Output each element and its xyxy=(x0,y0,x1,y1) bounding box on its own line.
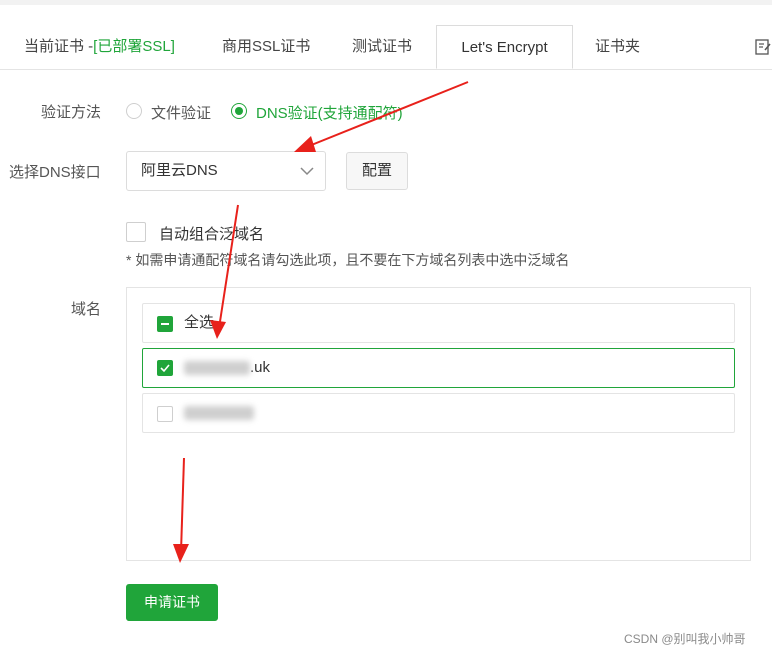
select-all-checkbox[interactable] xyxy=(157,316,173,332)
domain-checkbox[interactable] xyxy=(157,360,173,376)
domain-checkbox[interactable] xyxy=(157,406,173,422)
dns-provider-value: 阿里云DNS xyxy=(141,162,218,179)
ssl-tab-bar: 当前证书 -[已部署SSL] 商用SSL证书 测试证书 Let's Encryp… xyxy=(0,25,772,70)
dns-config-button[interactable]: 配置 xyxy=(346,152,408,190)
check-icon xyxy=(160,364,170,373)
domain-list-panel: 全选 .uk xyxy=(126,287,751,561)
verify-method-label: 验证方法 xyxy=(41,104,102,121)
file-verify-label[interactable]: 文件验证 xyxy=(151,102,211,123)
select-all-row[interactable]: 全选 xyxy=(142,303,735,343)
domain-row[interactable]: .uk xyxy=(142,348,735,388)
wildcard-label[interactable]: 自动组合泛域名 xyxy=(159,223,264,244)
top-divider xyxy=(0,0,772,5)
domain-row[interactable] xyxy=(142,393,735,433)
wildcard-hint: * 如需申请通配符域名请勾选此项，且不要在下方域名列表中选中泛域名 xyxy=(126,252,570,268)
watermark: CSDN @别叫我小帅哥 xyxy=(624,632,746,646)
dns-verify-radio[interactable] xyxy=(231,103,247,119)
dns-interface-label: 选择DNS接口 xyxy=(9,164,101,181)
chevron-down-icon xyxy=(300,167,314,176)
tab-current-status: [已部署SSL] xyxy=(93,38,175,55)
apply-certificate-button[interactable]: 申请证书 xyxy=(126,584,218,621)
wildcard-checkbox[interactable] xyxy=(126,222,146,242)
domain-suffix: .uk xyxy=(250,359,271,376)
dns-verify-label[interactable]: DNS验证(支持通配符) xyxy=(256,102,403,123)
edit-icon[interactable] xyxy=(755,38,771,56)
tab-test-certificate[interactable]: 测试证书 xyxy=(352,25,412,69)
file-verify-radio[interactable] xyxy=(126,103,142,119)
domain-name: .uk xyxy=(184,349,270,387)
domain-name xyxy=(184,394,254,432)
domain-label: 域名 xyxy=(71,301,102,318)
blurred-domain-part xyxy=(184,361,250,376)
blurred-domain-part xyxy=(184,406,254,421)
tab-letsencrypt[interactable]: Let's Encrypt xyxy=(436,25,573,69)
tab-commercial-ssl[interactable]: 商用SSL证书 xyxy=(222,25,310,69)
dns-provider-select[interactable]: 阿里云DNS xyxy=(126,151,326,191)
tab-certificate-folder[interactable]: 证书夹 xyxy=(595,25,640,69)
tab-current-label: 当前证书 - xyxy=(24,38,94,55)
select-all-label: 全选 xyxy=(184,314,215,331)
tab-current-certificate[interactable]: 当前证书 -[已部署SSL] xyxy=(24,25,175,69)
